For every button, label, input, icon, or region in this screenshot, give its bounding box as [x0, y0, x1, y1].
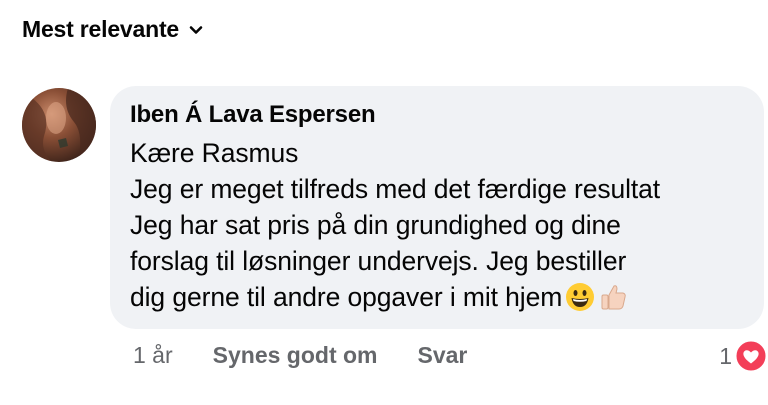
comment-timestamp[interactable]: 1 år	[133, 342, 173, 369]
grinning-face-icon	[565, 282, 595, 312]
chevron-down-icon	[189, 23, 203, 37]
comment-line-last: dig gerne til andre opgaver i mit hjem	[130, 279, 744, 315]
sort-dropdown[interactable]: Mest relevante	[22, 16, 203, 43]
comment-line-text: dig gerne til andre opgaver i mit hjem	[130, 282, 563, 312]
comment-line: Jeg er meget tilfreds med det færdige re…	[130, 174, 661, 204]
comment-author[interactable]: Iben Á Lava Espersen	[130, 99, 744, 131]
reply-button[interactable]: Svar	[418, 342, 468, 369]
reaction-count: 1	[719, 342, 732, 369]
comment-line: Kære Rasmus	[130, 138, 299, 168]
like-button[interactable]: Synes godt om	[213, 342, 378, 369]
comment-actions: 1 år Synes godt om Svar	[133, 342, 467, 369]
comment-line: Jeg har sat pris på din grundighed og di…	[130, 210, 621, 240]
avatar[interactable]	[22, 88, 96, 162]
thumbs-up-icon	[598, 282, 628, 312]
comment-line: forslag til løsninger undervejs. Jeg bes…	[130, 246, 627, 276]
reaction-summary[interactable]: 1	[719, 339, 768, 373]
heart-icon	[734, 339, 768, 373]
sort-label: Mest relevante	[22, 16, 179, 42]
comment-bubble: Iben Á Lava Espersen Kære Rasmus Jeg er …	[110, 86, 764, 329]
